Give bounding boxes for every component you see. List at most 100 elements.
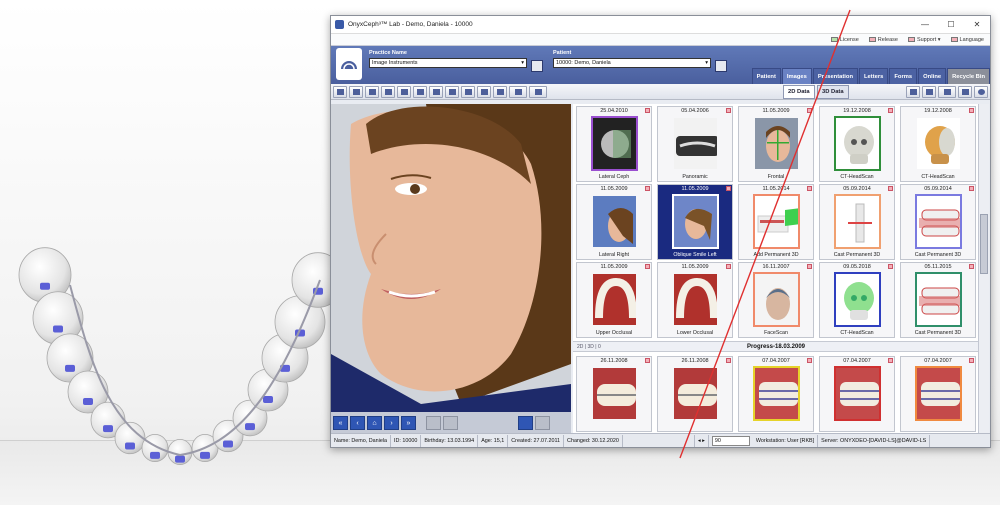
image-tile[interactable]: 25.04.2010 Lateral Ceph — [576, 106, 652, 182]
menu-license[interactable]: License — [830, 37, 859, 43]
compare-button[interactable] — [413, 85, 427, 98]
image-tile[interactable]: 19.12.2008 CT-HeadScan — [900, 106, 976, 182]
sort-button[interactable] — [493, 85, 507, 98]
image-tile[interactable]: 26.11.2008 — [576, 356, 652, 432]
close-button[interactable]: ✕ — [964, 20, 990, 29]
flag-icon[interactable] — [807, 264, 812, 269]
minimize-button[interactable]: — — [912, 20, 938, 29]
bracket — [200, 451, 210, 459]
tab-presentation[interactable]: Presentation — [812, 68, 859, 84]
tab-2d-data[interactable]: 2D Data — [783, 85, 815, 99]
image-tile[interactable]: 26.11.2008 — [657, 356, 733, 432]
tab-recycle-bin[interactable]: Recycle Bin — [947, 68, 990, 84]
patient-value: 10000: Demo, Daniela — [556, 60, 611, 66]
tile-date: 11.05.2009 — [681, 264, 709, 270]
image-tile[interactable]: 05.04.2006 Panoramic — [657, 106, 733, 182]
import-button[interactable] — [349, 85, 363, 98]
image-tile[interactable]: 07.04.2007 — [819, 356, 895, 432]
image-tile[interactable]: 16.11.2007 FaceScan — [738, 262, 814, 338]
trash-button[interactable] — [958, 86, 972, 98]
practice-button[interactable] — [531, 60, 543, 72]
last-icon[interactable]: » — [401, 416, 416, 430]
scrollbar-thumb[interactable] — [980, 214, 988, 274]
flag-icon[interactable] — [726, 108, 731, 113]
flag-icon[interactable] — [645, 264, 650, 269]
maximize-button[interactable]: ☐ — [938, 20, 964, 29]
tab-forms[interactable]: Forms — [889, 68, 918, 84]
flag-icon[interactable] — [969, 358, 974, 363]
flag-icon[interactable] — [807, 186, 812, 191]
tab-images[interactable]: Images — [781, 68, 812, 84]
duplicate-button[interactable] — [381, 85, 395, 98]
tab-online[interactable]: Online — [918, 68, 947, 84]
flag-icon[interactable] — [807, 108, 812, 113]
tab-3d-data[interactable]: 3D Data — [817, 85, 849, 99]
flag-icon[interactable] — [645, 186, 650, 191]
image-tile[interactable]: 11.05.2009 Lower Occlusal — [657, 262, 733, 338]
zoom-icon[interactable] — [426, 416, 441, 430]
flag-icon[interactable] — [726, 264, 731, 269]
play-icon[interactable]: › — [384, 416, 399, 430]
menu-release[interactable]: Release — [868, 37, 898, 43]
patient-header: Practice Name Image Instruments ▾ Patient… — [331, 46, 990, 84]
settings-dropdown[interactable] — [938, 86, 956, 98]
patient-button[interactable] — [715, 60, 727, 72]
flag-icon[interactable] — [888, 264, 893, 269]
image-tile[interactable]: 05.09.2014 Cast Permanent 3D — [900, 184, 976, 260]
edit-button[interactable] — [397, 85, 411, 98]
layout-multi-icon[interactable] — [535, 416, 550, 430]
flag-icon[interactable] — [888, 186, 893, 191]
image-tile[interactable]: 09.05.2018 CT-HeadScan — [819, 262, 895, 338]
flag-icon[interactable] — [888, 358, 893, 363]
image-tile[interactable]: 11.05.2014 Add Permanent 3D — [738, 184, 814, 260]
tile-thumbnail — [591, 194, 638, 249]
image-tile[interactable]: 07.04.2007 — [738, 356, 814, 432]
list-view-button[interactable] — [922, 86, 936, 98]
grid-scrollbar[interactable] — [978, 104, 989, 434]
flag-icon[interactable] — [726, 186, 731, 191]
prev-icon[interactable]: ‹ — [350, 416, 365, 430]
toolbar: 2D Data 3D Data — [331, 84, 990, 100]
series-button[interactable] — [461, 85, 475, 98]
preview-image[interactable]: « ‹ ⌂ › » — [331, 104, 571, 434]
tools-dropdown[interactable] — [529, 85, 547, 98]
zoom-input[interactable]: 90 — [711, 435, 750, 446]
image-tile[interactable]: 05.09.2014 Cast Permanent 3D — [819, 184, 895, 260]
onyxceph-window: OnyxCeph³™ Lab - Demo, Daniela - 10000 —… — [330, 15, 991, 448]
patient-select[interactable]: 10000: Demo, Daniela ▾ — [553, 58, 711, 68]
layout-button[interactable] — [445, 85, 459, 98]
home-icon[interactable]: ⌂ — [367, 416, 382, 430]
flag-icon[interactable] — [969, 186, 974, 191]
flag-icon[interactable] — [969, 264, 974, 269]
image-tile[interactable]: 11.05.2009 Lateral Right — [576, 184, 652, 260]
flag-icon[interactable] — [726, 358, 731, 363]
export-button[interactable] — [365, 85, 379, 98]
filter-button[interactable] — [477, 85, 491, 98]
image-tile[interactable]: 11.05.2009 Upper Occlusal — [576, 262, 652, 338]
image-tile[interactable]: 05.11.2015 Cast Permanent 3D — [900, 262, 976, 338]
help-icon[interactable] — [974, 86, 988, 98]
group-button[interactable] — [429, 85, 443, 98]
layout-single-icon[interactable] — [518, 416, 533, 430]
image-tile[interactable]: 07.04.2007 — [900, 356, 976, 432]
tab-letters[interactable]: Letters — [859, 68, 889, 84]
view-dropdown[interactable] — [509, 85, 527, 98]
flag-icon[interactable] — [645, 108, 650, 113]
tile-thumbnail — [915, 116, 962, 171]
first-icon[interactable]: « — [333, 416, 348, 430]
flag-icon[interactable] — [645, 358, 650, 363]
flag-icon[interactable] — [888, 108, 893, 113]
image-tile[interactable]: 11.05.2009 Frontal — [738, 106, 814, 182]
flag-icon[interactable] — [969, 108, 974, 113]
flag-icon[interactable] — [807, 358, 812, 363]
menu-support[interactable]: Support ▾ — [907, 37, 941, 43]
image-tile[interactable]: 11.05.2009 Oblique Smile Left — [657, 184, 733, 260]
tab-patient[interactable]: Patient — [751, 68, 781, 84]
grid-view-button[interactable] — [906, 86, 920, 98]
menu-language[interactable]: Language — [950, 37, 984, 43]
page-nav[interactable]: ◂ ▸ — [695, 434, 709, 447]
image-tile[interactable]: 19.12.2008 CT-HeadScan — [819, 106, 895, 182]
print-button[interactable] — [333, 85, 347, 98]
contrast-icon[interactable] — [443, 416, 458, 430]
practice-select[interactable]: Image Instruments ▾ — [369, 58, 527, 68]
